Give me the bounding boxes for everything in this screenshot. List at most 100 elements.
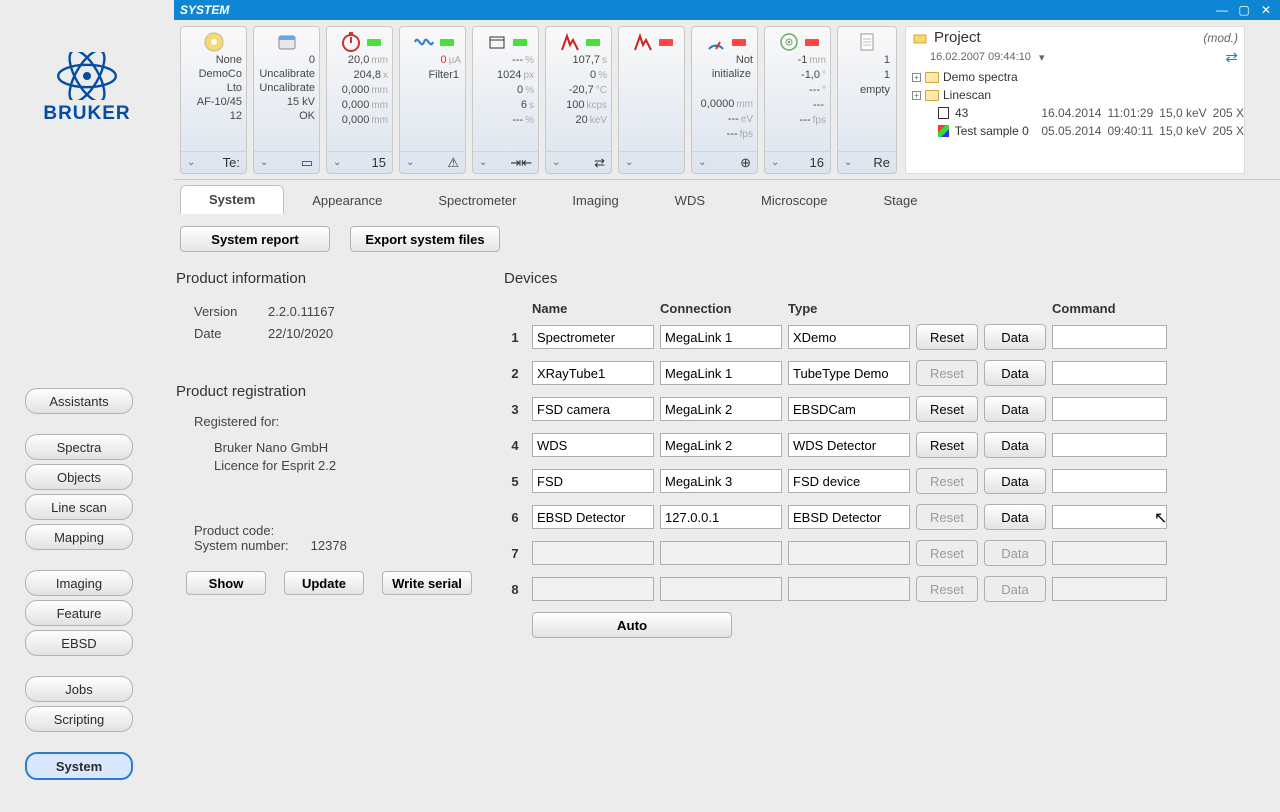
ribbon-tile-0[interactable]: NoneDemoCo LtoAF-10/4512⌄Te: — [180, 26, 247, 174]
close-button[interactable]: ✕ — [1258, 3, 1274, 17]
device-data-8: Data — [984, 576, 1046, 602]
device-type-3[interactable] — [788, 397, 910, 421]
write-serial-button[interactable]: Write serial — [382, 571, 472, 595]
device-name-1[interactable] — [532, 325, 654, 349]
product-info-heading: Product information — [176, 270, 504, 287]
device-command-3[interactable] — [1052, 397, 1167, 421]
device-data-1[interactable]: Data — [984, 324, 1046, 350]
auto-button[interactable]: Auto — [532, 612, 732, 638]
sidebar-assistants[interactable]: Assistants — [25, 388, 133, 414]
device-conn-8[interactable] — [660, 577, 782, 601]
ribbon-tile-7[interactable]: Not initialize0,0000mm---eV---fps⌄⊕ — [691, 26, 758, 174]
device-name-3[interactable] — [532, 397, 654, 421]
project-item[interactable]: 4316.04.201411:01:2915,0 keV205 X — [912, 104, 1244, 122]
device-data-4[interactable]: Data — [984, 432, 1046, 458]
device-row-6: 6ResetData — [504, 504, 1274, 530]
ribbon-tile-9[interactable]: 11empty⌄Re — [837, 26, 897, 174]
show-button[interactable]: Show — [186, 571, 266, 595]
sidebar-jobs[interactable]: Jobs — [25, 676, 133, 702]
device-reset-7: Reset — [916, 540, 978, 566]
title-bar: SYSTEM — ▢ ✕ — [174, 0, 1280, 20]
ribbon-tile-4[interactable]: ---%1024px0%6s---%⌄⇥⇤ — [472, 26, 539, 174]
sidebar-mapping[interactable]: Mapping — [25, 524, 133, 550]
device-data-5[interactable]: Data — [984, 468, 1046, 494]
ribbon-tile-2[interactable]: 20,0mm204,8x0,000mm0,000mm0,000mm⌄15 — [326, 26, 393, 174]
device-conn-2[interactable] — [660, 361, 782, 385]
tab-system[interactable]: System — [180, 185, 284, 214]
device-conn-4[interactable] — [660, 433, 782, 457]
ribbon-tile-6[interactable]: ⌄ — [618, 26, 685, 174]
export-system-files-button[interactable]: Export system files — [350, 226, 500, 252]
device-name-7[interactable] — [532, 541, 654, 565]
device-name-4[interactable] — [532, 433, 654, 457]
device-type-8[interactable] — [788, 577, 910, 601]
device-command-7[interactable] — [1052, 541, 1167, 565]
device-row-3: 3ResetData — [504, 396, 1274, 422]
sidebar-line-scan[interactable]: Line scan — [25, 494, 133, 520]
device-conn-5[interactable] — [660, 469, 782, 493]
device-name-5[interactable] — [532, 469, 654, 493]
device-command-2[interactable] — [1052, 361, 1167, 385]
device-row-1: 1ResetData — [504, 324, 1274, 350]
device-data-3[interactable]: Data — [984, 396, 1046, 422]
ribbon-tile-5[interactable]: 107,7s0%-20,7°C100kcps20keV⌄⇄ — [545, 26, 612, 174]
device-row-4: 4ResetData — [504, 432, 1274, 458]
device-command-5[interactable] — [1052, 469, 1167, 493]
project-folder[interactable]: +Demo spectra — [912, 68, 1244, 86]
device-conn-3[interactable] — [660, 397, 782, 421]
device-row-8: 8ResetData — [504, 576, 1274, 602]
device-command-8[interactable] — [1052, 577, 1167, 601]
device-command-1[interactable] — [1052, 325, 1167, 349]
device-type-1[interactable] — [788, 325, 910, 349]
tab-stage[interactable]: Stage — [855, 187, 945, 214]
device-data-7: Data — [984, 540, 1046, 566]
device-conn-1[interactable] — [660, 325, 782, 349]
device-name-2[interactable] — [532, 361, 654, 385]
device-type-4[interactable] — [788, 433, 910, 457]
device-type-5[interactable] — [788, 469, 910, 493]
minimize-button[interactable]: — — [1214, 3, 1230, 17]
ribbon-tile-8[interactable]: -1mm-1,0°---°------fps⌄16 — [764, 26, 831, 174]
bruker-logo: BRUKER — [0, 52, 174, 125]
device-type-6[interactable] — [788, 505, 910, 529]
sidebar-objects[interactable]: Objects — [25, 464, 133, 490]
device-name-6[interactable] — [532, 505, 654, 529]
tab-wds[interactable]: WDS — [647, 187, 733, 214]
device-row-7: 7ResetData — [504, 540, 1274, 566]
device-type-7[interactable] — [788, 541, 910, 565]
project-folder[interactable]: +Linescan — [912, 86, 1244, 104]
ribbon-tile-1[interactable]: 0UncalibrateUncalibrate15 kVOK⌄▭ — [253, 26, 320, 174]
device-data-2[interactable]: Data — [984, 360, 1046, 386]
device-row-5: 5ResetData — [504, 468, 1274, 494]
device-command-4[interactable] — [1052, 433, 1167, 457]
sidebar-ebsd[interactable]: EBSD — [25, 630, 133, 656]
tab-spectrometer[interactable]: Spectrometer — [410, 187, 544, 214]
maximize-button[interactable]: ▢ — [1236, 3, 1252, 17]
ribbon-tile-3[interactable]: 0µAFilter1⌄⚠ — [399, 26, 466, 174]
system-report-button[interactable]: System report — [180, 226, 330, 252]
tab-appearance[interactable]: Appearance — [284, 187, 410, 214]
device-conn-7[interactable] — [660, 541, 782, 565]
device-conn-6[interactable] — [660, 505, 782, 529]
sidebar-spectra[interactable]: Spectra — [25, 434, 133, 460]
device-command-6[interactable] — [1052, 505, 1167, 529]
device-reset-1[interactable]: Reset — [916, 324, 978, 350]
sidebar-imaging[interactable]: Imaging — [25, 570, 133, 596]
device-name-8[interactable] — [532, 577, 654, 601]
device-reset-8: Reset — [916, 576, 978, 602]
device-reset-5: Reset — [916, 468, 978, 494]
device-reset-6: Reset — [916, 504, 978, 530]
device-reset-2: Reset — [916, 360, 978, 386]
tab-imaging[interactable]: Imaging — [544, 187, 646, 214]
sidebar-scripting[interactable]: Scripting — [25, 706, 133, 732]
sidebar-system[interactable]: System — [25, 752, 133, 780]
devices-heading: Devices — [504, 270, 1274, 287]
device-type-2[interactable] — [788, 361, 910, 385]
update-button[interactable]: Update — [284, 571, 364, 595]
device-reset-3[interactable]: Reset — [916, 396, 978, 422]
tab-microscope[interactable]: Microscope — [733, 187, 855, 214]
sidebar-feature[interactable]: Feature — [25, 600, 133, 626]
device-data-6[interactable]: Data — [984, 504, 1046, 530]
device-reset-4[interactable]: Reset — [916, 432, 978, 458]
project-item[interactable]: Test sample 005.05.201409:40:1115,0 keV2… — [912, 122, 1244, 140]
